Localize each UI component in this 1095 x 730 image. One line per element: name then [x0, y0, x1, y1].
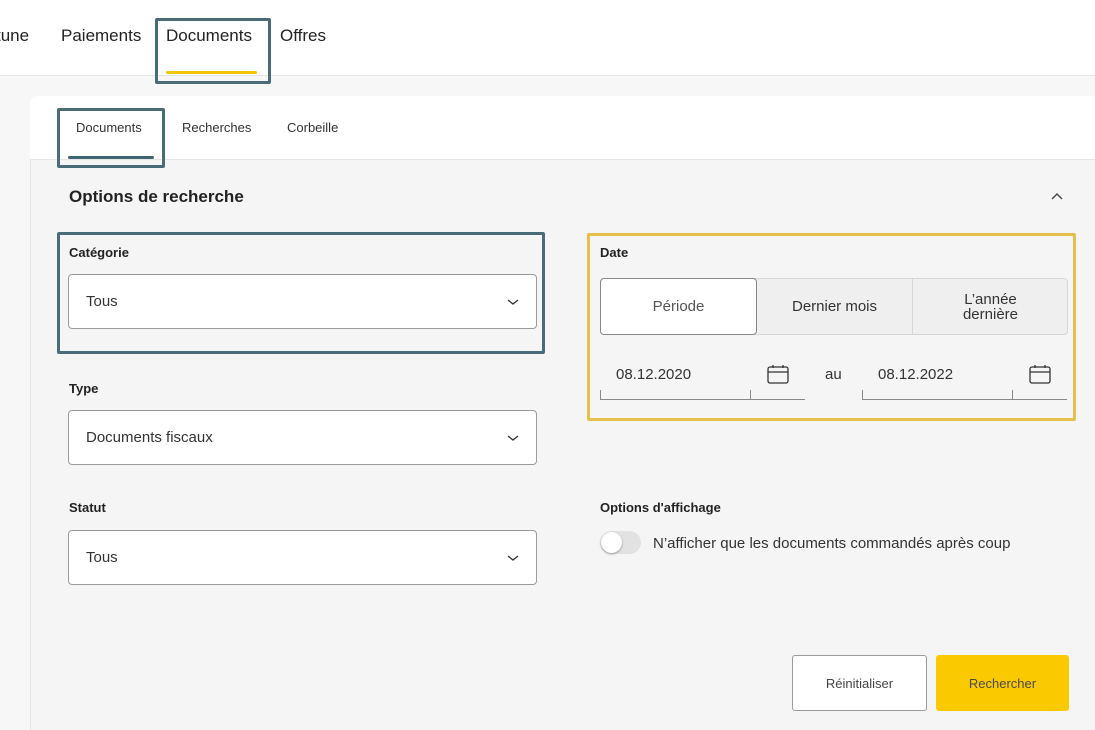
nav-item-documents[interactable]: Documents	[166, 26, 252, 46]
input-divider	[750, 390, 751, 399]
active-nav-indicator	[166, 71, 257, 74]
date-option-periode[interactable]: Période	[600, 278, 757, 335]
chevron-down-icon	[507, 435, 519, 441]
chevron-down-icon	[507, 555, 519, 561]
chevron-down-icon	[507, 299, 519, 305]
date-from-input[interactable]: 08.12.2020	[600, 350, 805, 400]
type-value: Documents fiscaux	[86, 429, 213, 446]
date-separator: au	[825, 366, 842, 383]
type-select[interactable]: Documents fiscaux	[68, 410, 537, 465]
nav-item-paiements[interactable]: Paiements	[61, 26, 141, 46]
reordered-documents-toggle[interactable]	[600, 531, 641, 554]
category-select[interactable]: Tous	[68, 274, 537, 329]
reset-button[interactable]: Réinitialiser	[792, 655, 927, 711]
input-divider	[1012, 390, 1013, 399]
active-tab-indicator	[68, 156, 154, 159]
status-value: Tous	[86, 549, 118, 566]
date-to-value: 08.12.2022	[878, 366, 954, 383]
date-to-input[interactable]: 08.12.2022	[862, 350, 1067, 400]
input-edge	[600, 390, 601, 399]
tab-recherches[interactable]: Recherches	[182, 120, 251, 135]
sub-tabs: Documents Recherches Corbeille	[30, 96, 1095, 160]
input-edge	[862, 390, 863, 399]
nav-item-offres[interactable]: Offres	[280, 26, 326, 46]
date-option-annee-line2: dernière	[962, 305, 1019, 323]
section-title: Options de recherche	[69, 187, 244, 206]
date-label: Date	[600, 245, 629, 260]
category-value: Tous	[86, 293, 118, 310]
display-options-label: Options d'affichage	[600, 500, 721, 515]
status-select[interactable]: Tous	[68, 530, 537, 585]
reordered-documents-toggle-label: N’afficher que les documents commandés a…	[653, 535, 1011, 552]
calendar-icon[interactable]	[1029, 364, 1051, 384]
category-label: Catégorie	[69, 245, 129, 260]
search-button[interactable]: Rechercher	[936, 655, 1069, 711]
toggle-knob	[601, 532, 622, 553]
nav-item-fortune[interactable]: tune	[0, 26, 29, 46]
type-label: Type	[69, 381, 99, 396]
tab-documents[interactable]: Documents	[76, 120, 142, 135]
status-label: Statut	[69, 500, 106, 515]
date-from-value: 08.12.2020	[616, 366, 692, 383]
date-range-selector: Période Dernier mois L’année dernière	[600, 278, 1068, 335]
tab-corbeille[interactable]: Corbeille	[287, 120, 338, 135]
chevron-up-icon[interactable]	[1048, 188, 1066, 206]
date-option-dernier-mois[interactable]: Dernier mois	[757, 279, 913, 334]
top-navigation: tune Paiements Documents Offres	[0, 0, 1095, 76]
date-option-annee-derniere[interactable]: L’année dernière	[913, 279, 1068, 334]
calendar-icon[interactable]	[767, 364, 789, 384]
